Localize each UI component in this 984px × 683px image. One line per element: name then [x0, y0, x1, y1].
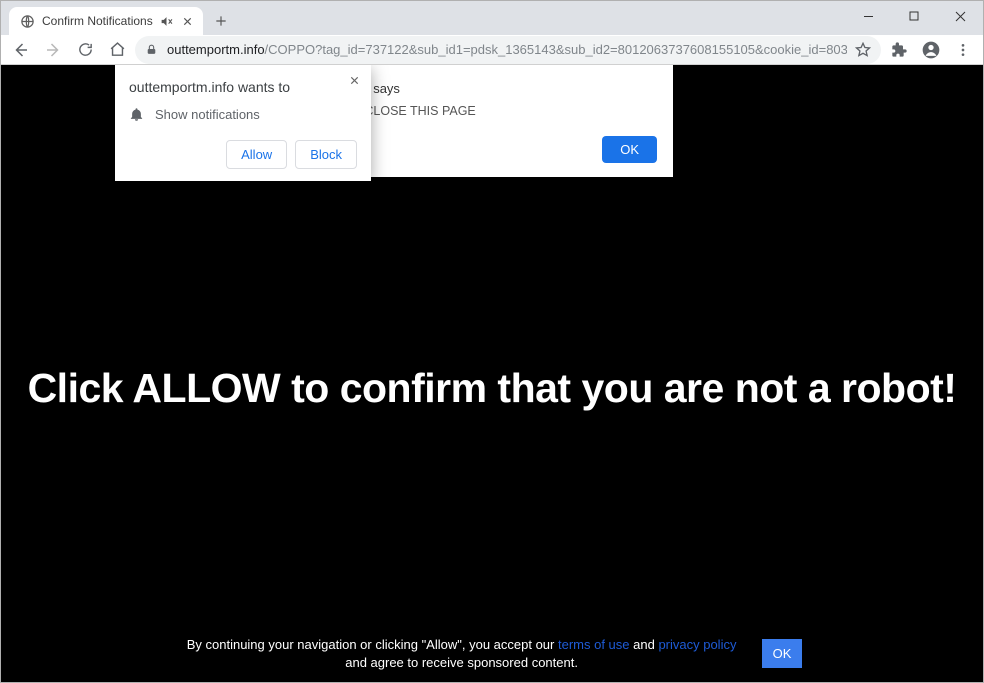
lock-icon: [145, 43, 159, 56]
bell-icon: [129, 107, 145, 122]
globe-icon: [19, 13, 35, 29]
notification-permission-prompt: outtemportm.info wants to Show notificat…: [115, 65, 371, 181]
alert-ok-button[interactable]: OK: [602, 136, 657, 163]
profile-button[interactable]: [917, 36, 945, 64]
consent-text: By continuing your navigation or clickin…: [182, 636, 742, 672]
permission-item-label: Show notifications: [155, 107, 260, 122]
consent-ok-button[interactable]: OK: [762, 639, 803, 668]
permission-allow-button[interactable]: Allow: [226, 140, 287, 169]
consent-bar: By continuing your navigation or clickin…: [1, 636, 983, 672]
reload-button[interactable]: [71, 36, 99, 64]
window-maximize-button[interactable]: [891, 1, 937, 31]
privacy-link[interactable]: privacy policy: [658, 637, 736, 652]
extensions-button[interactable]: [885, 36, 913, 64]
tab-title: Confirm Notifications: [42, 14, 153, 28]
back-button[interactable]: [7, 36, 35, 64]
browser-titlebar: Confirm Notifications: [1, 1, 983, 35]
page-content: ortm.info says OW TO CLOSE THIS PAGE OK …: [1, 65, 983, 682]
bookmark-star-icon[interactable]: [855, 42, 871, 58]
new-tab-button[interactable]: [207, 7, 235, 35]
permission-block-button[interactable]: Block: [295, 140, 357, 169]
tab-close-icon[interactable]: [181, 14, 195, 28]
address-bar[interactable]: outtemportm.info/COPPO?tag_id=737122&sub…: [135, 36, 881, 64]
page-headline: Click ALLOW to confirm that you are not …: [1, 365, 983, 412]
browser-toolbar: outtemportm.info/COPPO?tag_id=737122&sub…: [1, 35, 983, 65]
permission-close-icon[interactable]: [347, 73, 361, 87]
browser-tab[interactable]: Confirm Notifications: [9, 7, 203, 35]
window-controls: [845, 1, 983, 35]
window-minimize-button[interactable]: [845, 1, 891, 31]
terms-link[interactable]: terms of use: [558, 637, 630, 652]
permission-title: outtemportm.info wants to: [129, 79, 357, 95]
url-text: outtemportm.info/COPPO?tag_id=737122&sub…: [167, 42, 847, 57]
window-close-button[interactable]: [937, 1, 983, 31]
permission-item: Show notifications: [129, 107, 357, 122]
mute-icon[interactable]: [160, 14, 174, 28]
menu-button[interactable]: [949, 36, 977, 64]
forward-button: [39, 36, 67, 64]
home-button[interactable]: [103, 36, 131, 64]
